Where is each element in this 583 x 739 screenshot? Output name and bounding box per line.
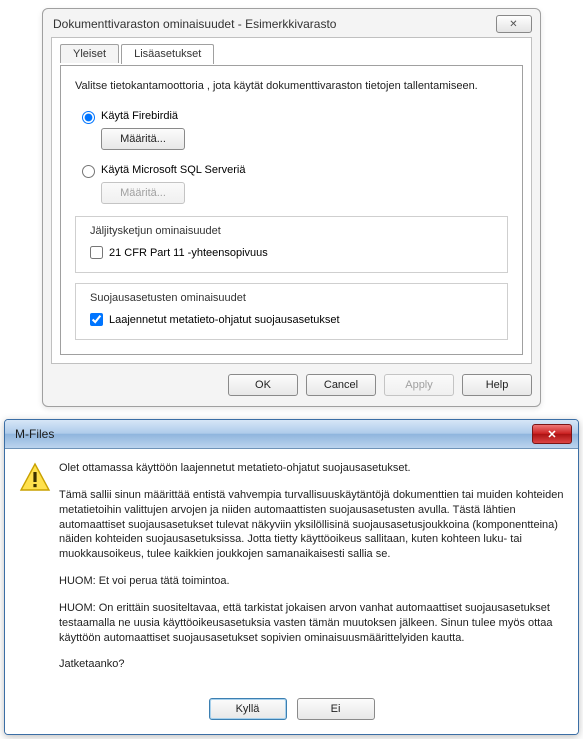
radio-mssql-row: Käytä Microsoft SQL Serveriä <box>77 162 508 178</box>
radio-firebird[interactable] <box>82 111 95 124</box>
cancel-button[interactable]: Cancel <box>306 374 376 396</box>
tab-container: Yleiset Lisäasetukset Valitse tietokanta… <box>51 37 532 364</box>
no-button-label: Ei <box>331 703 341 715</box>
window-title: Dokumenttivaraston ominaisuudet - Esimer… <box>53 17 496 31</box>
tab-strip: Yleiset Lisäasetukset <box>60 44 531 66</box>
msg-text: Olet ottamassa käyttöön laajennetut meta… <box>59 461 564 684</box>
msg-p1: Olet ottamassa käyttöön laajennetut meta… <box>59 461 564 476</box>
close-button[interactable]: ✕ <box>496 15 532 33</box>
description-text: Valitse tietokantamoottoria , jota käytä… <box>75 80 508 92</box>
help-button[interactable]: Help <box>462 374 532 396</box>
confirmation-dialog: M-Files ✕ Olet ottamassa käyttöön laajen… <box>4 419 579 735</box>
audit-trail-group: Jäljitysketjun ominaisuudet 21 CFR Part … <box>75 216 508 273</box>
security-group: Suojausasetusten ominaisuudet Laajennetu… <box>75 283 508 340</box>
define-firebird-button[interactable]: Määritä... <box>101 128 185 150</box>
apply-button-label: Apply <box>405 379 433 391</box>
checkbox-cfr21-label: 21 CFR Part 11 -yhteensopivuus <box>109 247 268 259</box>
yes-button-label: Kyllä <box>236 703 260 715</box>
radio-mssql-label: Käytä Microsoft SQL Serveriä <box>101 164 245 176</box>
titlebar: Dokumenttivaraston ominaisuudet - Esimer… <box>43 9 540 37</box>
tab-general-label: Yleiset <box>73 48 106 60</box>
msg-titlebar: M-Files ✕ <box>5 420 578 449</box>
msg-title: M-Files <box>11 427 532 441</box>
cancel-button-label: Cancel <box>324 379 358 391</box>
define-firebird-label: Määritä... <box>120 133 166 145</box>
msg-p2: Tämä sallii sinun määrittää entistä vahv… <box>59 488 564 562</box>
define-mssql-button: Määritä... <box>101 182 185 204</box>
audit-trail-legend: Jäljitysketjun ominaisuudet <box>86 225 225 237</box>
ok-button[interactable]: OK <box>228 374 298 396</box>
define-mssql-label: Määritä... <box>120 187 166 199</box>
radio-firebird-row: Käytä Firebirdiä <box>77 108 508 124</box>
msg-close-button[interactable]: ✕ <box>532 424 572 444</box>
checkbox-extended-security-label: Laajennetut metatieto-ohjatut suojausase… <box>109 314 340 326</box>
close-icon: ✕ <box>547 428 556 441</box>
dialog-button-row: OK Cancel Apply Help <box>43 374 532 396</box>
radio-mssql[interactable] <box>82 165 95 178</box>
tab-advanced[interactable]: Lisäasetukset <box>121 44 214 64</box>
ok-button-label: OK <box>255 379 271 391</box>
checkbox-extended-security[interactable] <box>90 313 103 326</box>
tab-general[interactable]: Yleiset <box>60 44 119 63</box>
tab-advanced-label: Lisäasetukset <box>134 48 201 60</box>
vault-properties-dialog: Dokumenttivaraston ominaisuudet - Esimer… <box>42 8 541 407</box>
warning-icon <box>19 461 51 684</box>
msg-p3: HUOM: Et voi perua tätä toimintoa. <box>59 574 564 589</box>
msg-p5: Jatketaanko? <box>59 657 564 672</box>
yes-button[interactable]: Kyllä <box>209 698 287 720</box>
checkbox-cfr21[interactable] <box>90 246 103 259</box>
msg-button-row: Kyllä Ei <box>5 694 578 734</box>
help-button-label: Help <box>486 379 509 391</box>
security-group-legend: Suojausasetusten ominaisuudet <box>86 292 250 304</box>
msg-p4: HUOM: On erittäin suositeltavaa, että ta… <box>59 601 564 646</box>
radio-firebird-label: Käytä Firebirdiä <box>101 110 178 122</box>
tab-panel-advanced: Valitse tietokantamoottoria , jota käytä… <box>60 65 523 355</box>
no-button[interactable]: Ei <box>297 698 375 720</box>
msg-body: Olet ottamassa käyttöön laajennetut meta… <box>5 449 578 694</box>
close-icon: ✕ <box>509 19 518 30</box>
apply-button: Apply <box>384 374 454 396</box>
